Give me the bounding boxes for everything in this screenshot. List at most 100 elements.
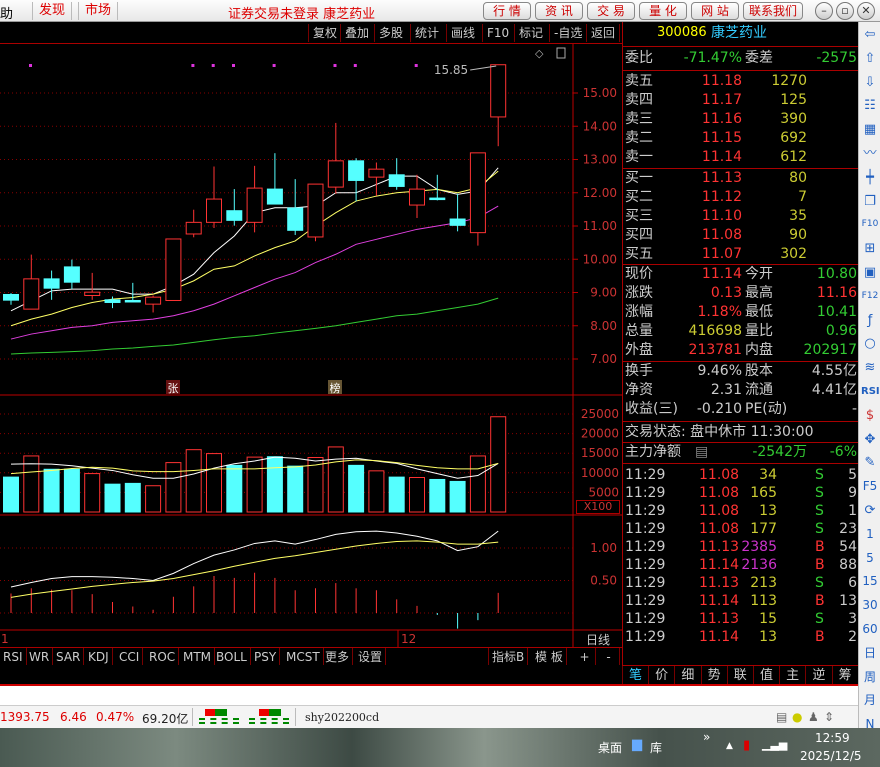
- candle-icon[interactable]: ┿: [861, 169, 879, 186]
- panel-tab[interactable]: 细: [674, 666, 700, 685]
- tab-sar[interactable]: SAR: [53, 648, 85, 666]
- tab-discover[interactable]: 发现: [32, 2, 73, 20]
- library-toolbar[interactable]: 库: [650, 739, 662, 756]
- minimize-icon[interactable]: –: [815, 2, 833, 20]
- tray-arrow-icon[interactable]: ▲: [726, 741, 733, 751]
- panel-tab[interactable]: 筹: [831, 666, 858, 685]
- period-button[interactable]: 日: [861, 645, 879, 662]
- contact-button[interactable]: 联系我们: [743, 2, 803, 20]
- period-label[interactable]: 日线: [586, 631, 610, 648]
- zoom-in-button[interactable]: +: [574, 648, 596, 666]
- pin-icon[interactable]: ♟: [808, 710, 819, 724]
- toolbar-overlay[interactable]: 叠加: [340, 24, 373, 42]
- tick-row: 11:29 11.13 2385 B 54: [625, 538, 857, 557]
- panel-tab[interactable]: 价: [648, 666, 674, 685]
- window-icon[interactable]: ❐: [861, 193, 879, 210]
- toolbar-stats[interactable]: 统计: [410, 24, 443, 42]
- tab-indicator-b[interactable]: 指标B: [488, 648, 529, 666]
- period-button[interactable]: 60: [861, 621, 879, 638]
- tab-wr[interactable]: WR: [26, 648, 54, 666]
- coin-icon[interactable]: ●: [792, 710, 802, 724]
- price-tick-label: 8.00: [590, 319, 617, 333]
- toolbar-multi[interactable]: 多股: [374, 24, 407, 42]
- f10-icon[interactable]: F10: [861, 216, 879, 233]
- list-icon[interactable]: ▤: [695, 443, 708, 462]
- book-icon[interactable]: ▣: [861, 264, 879, 281]
- toolbar-mark[interactable]: 标记: [514, 24, 547, 42]
- circle-icon[interactable]: ○: [861, 335, 879, 352]
- library-icon[interactable]: ▆: [632, 737, 642, 752]
- ask-price: 11.14: [701, 149, 742, 165]
- tab-roc[interactable]: ROC: [146, 648, 180, 666]
- panel-icon: [556, 47, 566, 59]
- tab-cci[interactable]: CCI: [116, 648, 144, 666]
- tab-market[interactable]: 市场: [78, 2, 119, 20]
- wave-icon[interactable]: ≋: [861, 359, 879, 376]
- grid-icon[interactable]: ▦: [861, 121, 879, 138]
- news-button[interactable]: 资 讯: [535, 2, 583, 20]
- website-button[interactable]: 网 站: [691, 2, 739, 20]
- panel-tab[interactable]: 逆: [805, 666, 831, 685]
- period-button[interactable]: 15: [861, 573, 879, 590]
- menu-help-partial[interactable]: 助: [0, 3, 13, 22]
- toolbar-draw[interactable]: 画线: [446, 24, 479, 42]
- period-button[interactable]: 30: [861, 597, 879, 614]
- tab-template[interactable]: 模 板: [532, 648, 567, 666]
- tab-boll[interactable]: BOLL: [213, 648, 251, 666]
- pencil-icon[interactable]: ✎: [861, 454, 879, 471]
- desktop-toolbar[interactable]: 桌面: [598, 739, 622, 756]
- power-icon[interactable]: ▮: [743, 738, 750, 753]
- arrows-icon[interactable]: ⇕: [824, 710, 834, 724]
- toolbar-f10[interactable]: F10: [482, 24, 513, 42]
- tree-icon[interactable]: ⊞: [861, 240, 879, 257]
- dollar-icon[interactable]: $: [861, 407, 879, 424]
- period-button[interactable]: RSI: [861, 383, 880, 400]
- toolbar-watchlist[interactable]: -自选: [549, 24, 586, 42]
- clock-time[interactable]: 12:59: [815, 731, 850, 745]
- move-icon[interactable]: ✥: [861, 431, 879, 448]
- formula-icon[interactable]: ƒ: [861, 312, 879, 329]
- notes-icon[interactable]: ▤: [776, 710, 787, 724]
- refresh-icon[interactable]: ⟳: [861, 502, 879, 519]
- down-icon[interactable]: ⇩: [861, 74, 879, 91]
- tab-more[interactable]: 更多: [322, 648, 354, 666]
- quant-button[interactable]: 量 化: [639, 2, 687, 20]
- candle: [490, 64, 507, 147]
- tab-settings[interactable]: 设置: [355, 648, 387, 666]
- tab-mcst[interactable]: MCST: [283, 648, 324, 666]
- period-button[interactable]: F5: [861, 478, 879, 495]
- period-button[interactable]: 月: [861, 692, 879, 709]
- trade-button[interactable]: 交 易: [587, 2, 635, 20]
- period-button[interactable]: 5: [861, 550, 879, 567]
- line-chart-icon[interactable]: 〰: [861, 145, 879, 162]
- panel-tab[interactable]: 联: [726, 666, 753, 685]
- panel-tab[interactable]: 势: [700, 666, 727, 685]
- close-icon[interactable]: ✕: [857, 2, 875, 20]
- zoom-out-button[interactable]: -: [598, 648, 620, 666]
- panel-tab[interactable]: 主: [779, 666, 805, 685]
- panel-tab[interactable]: 值: [753, 666, 779, 685]
- clock-date[interactable]: 2025/12/5: [800, 749, 862, 763]
- list-icon[interactable]: ☷: [861, 97, 879, 114]
- kline-chart[interactable]: 15.0014.0013.0012.0011.0010.009.008.007.…: [0, 44, 622, 647]
- tab-rsi[interactable]: RSI: [0, 648, 27, 666]
- tab-psy[interactable]: PSY: [251, 648, 281, 666]
- tab-mtm[interactable]: MTM: [180, 648, 216, 666]
- tick-count: 5: [848, 467, 857, 483]
- f12-icon[interactable]: F12: [861, 288, 879, 305]
- signal-icon[interactable]: ▁▃▅: [762, 738, 787, 751]
- panel-tab[interactable]: 笔: [622, 666, 648, 685]
- expand-icon[interactable]: »: [703, 730, 710, 744]
- up-icon[interactable]: ⇧: [861, 50, 879, 67]
- tick-volume: 15: [759, 611, 777, 627]
- tab-kdj[interactable]: KDJ: [85, 648, 113, 666]
- toolbar-fuquan[interactable]: 复权: [308, 24, 341, 42]
- quotes-button[interactable]: 行 情: [483, 2, 531, 20]
- toolbar-back[interactable]: 返回: [586, 24, 621, 42]
- volume-bar: [63, 468, 80, 513]
- fundamental-label: 净资: [625, 382, 653, 398]
- period-button[interactable]: 1: [861, 526, 879, 543]
- period-button[interactable]: 周: [861, 669, 879, 686]
- restore-icon[interactable]: ▫: [836, 2, 854, 20]
- back-icon[interactable]: ⇦: [861, 26, 879, 43]
